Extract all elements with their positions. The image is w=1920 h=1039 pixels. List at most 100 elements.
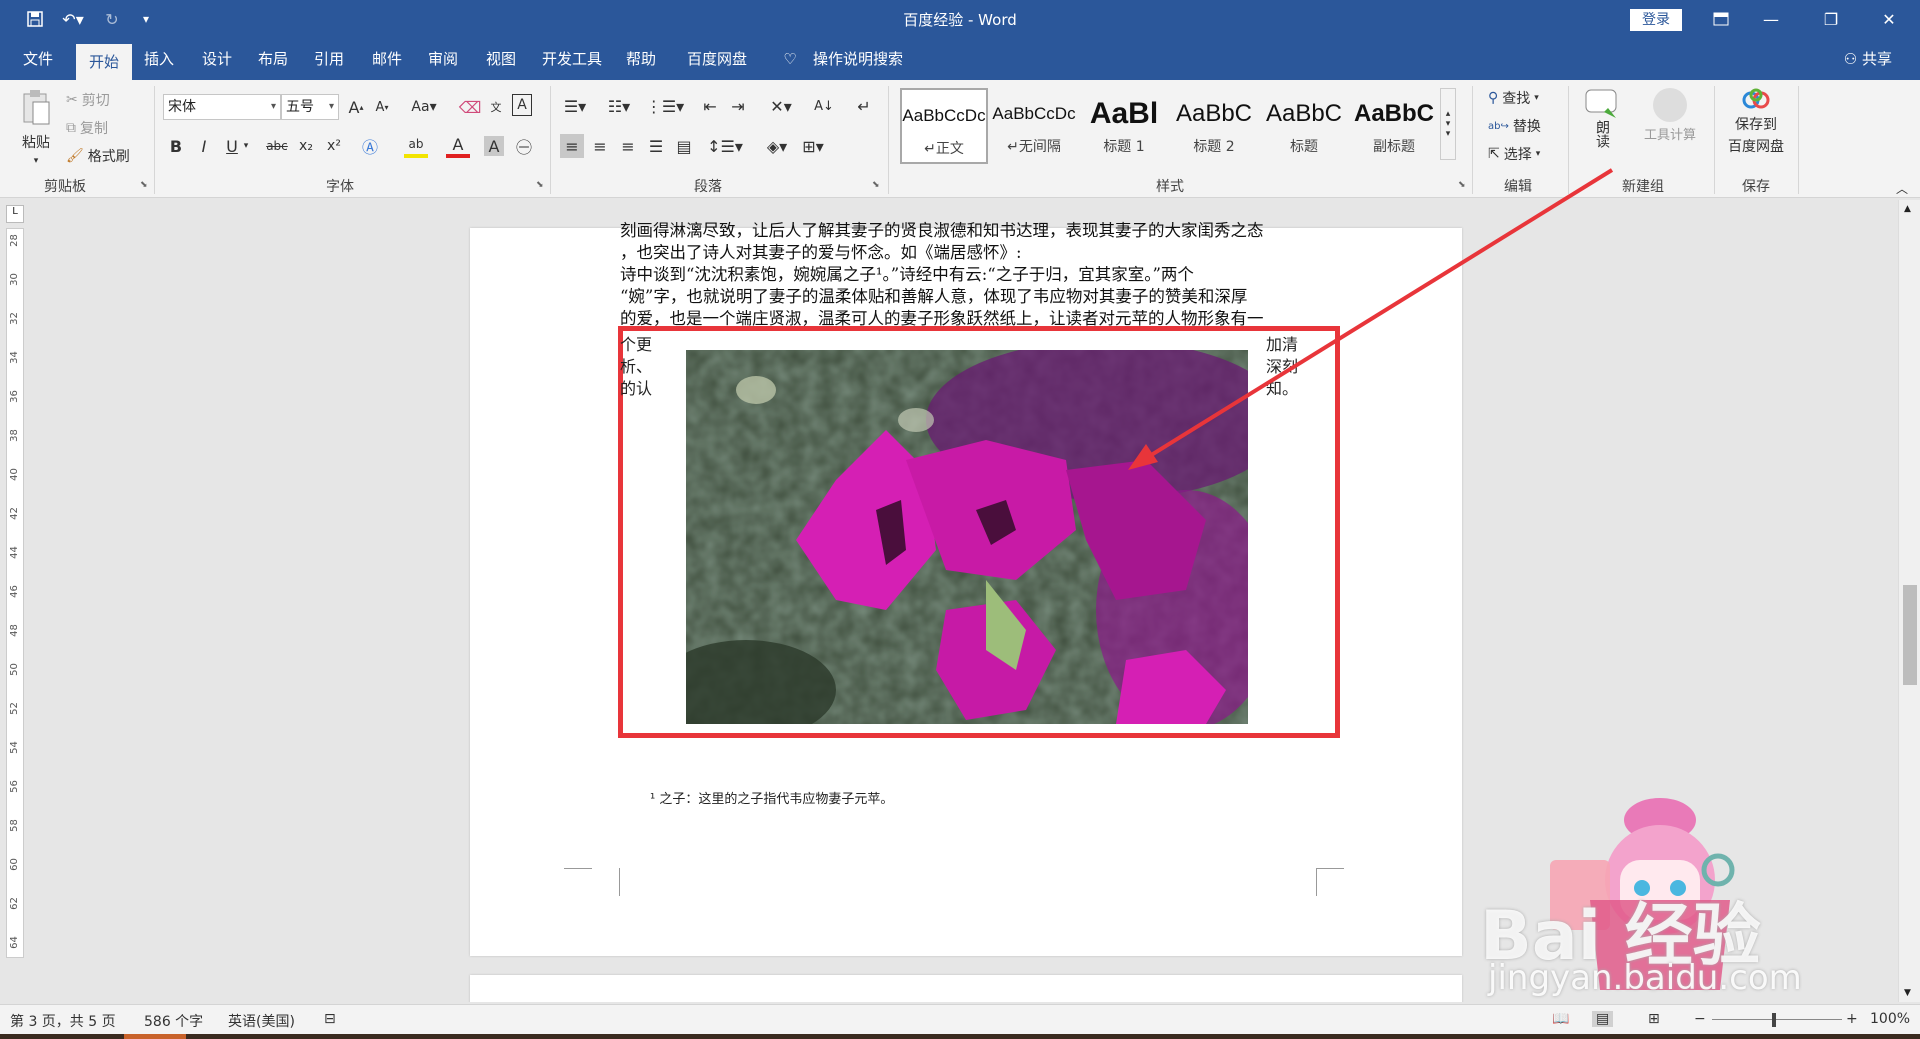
- zoom-slider[interactable]: [1712, 1019, 1842, 1020]
- text-effects-icon[interactable]: Ⓐ: [358, 134, 382, 158]
- character-shading-icon[interactable]: A: [484, 136, 504, 156]
- show-formatting-marks-icon[interactable]: ↵: [852, 94, 876, 118]
- web-layout-icon[interactable]: ⊞: [1648, 1011, 1660, 1027]
- style-no-spacing[interactable]: AaBbCcDc ↵无间隔: [990, 88, 1078, 164]
- print-layout-icon[interactable]: ▤: [1592, 1011, 1614, 1027]
- tab-home[interactable]: 开始: [76, 44, 132, 80]
- paragraph-line[interactable]: 诗中谈到“沈沈积素饱，婉婉属之子¹。”诗经中有云:“之子于归，宜其家室。”两个: [620, 264, 1320, 286]
- select-button[interactable]: ⇱ 选择 ▾: [1488, 144, 1540, 164]
- style-subtitle[interactable]: AaBbC 副标题: [1350, 88, 1438, 164]
- align-left-icon[interactable]: ≡: [560, 134, 584, 158]
- read-aloud-button[interactable]: 朗读: [1582, 88, 1622, 148]
- tab-mailings[interactable]: 邮件: [364, 38, 410, 80]
- copy-button[interactable]: ⧉ 复制: [66, 118, 108, 138]
- clipboard-launcher-icon[interactable]: ⬊: [140, 180, 148, 190]
- save-to-netdisk-button[interactable]: 保存到 百度网盘: [1722, 88, 1790, 156]
- zoom-in-icon[interactable]: +: [1846, 1011, 1858, 1027]
- bold-icon[interactable]: B: [164, 134, 188, 158]
- tab-insert[interactable]: 插入: [136, 38, 182, 80]
- paragraph-line[interactable]: ，也突出了诗人对其妻子的爱与怀念。如《端居感怀》:: [620, 242, 1320, 264]
- strikethrough-icon[interactable]: abc: [262, 134, 292, 158]
- italic-icon[interactable]: I: [192, 134, 216, 158]
- justify-icon[interactable]: ☰: [644, 134, 668, 158]
- document-page[interactable]: 刻画得淋漓尽致，让后人了解其妻子的贤良淑德和知书达理，表现其妻子的大家闺秀之态 …: [470, 221, 1462, 956]
- style-normal[interactable]: AaBbCcDc ↵正文: [900, 88, 988, 164]
- language[interactable]: 英语(美国): [228, 1011, 295, 1031]
- macro-record-icon[interactable]: ⊟: [324, 1011, 336, 1027]
- replace-button[interactable]: ab↪ 替换: [1488, 116, 1541, 136]
- paragraph-launcher-icon[interactable]: ⬊: [872, 180, 880, 190]
- share-button[interactable]: ⚇ 共享: [1844, 38, 1892, 80]
- cut-button[interactable]: ✂ 剪切: [66, 90, 110, 110]
- tab-design[interactable]: 设计: [194, 38, 240, 80]
- lightbulb-icon[interactable]: ♡: [778, 38, 802, 80]
- character-border-icon[interactable]: A: [512, 94, 532, 116]
- tab-view[interactable]: 视图: [478, 38, 524, 80]
- find-button[interactable]: ⚲ 查找 ▾: [1488, 88, 1539, 108]
- superscript-icon[interactable]: x²: [322, 134, 346, 158]
- paragraph-line[interactable]: “婉”字，也就说明了妻子的温柔体贴和善解人意，体现了韦应物对其妻子的赞美和深厚: [620, 286, 1320, 308]
- tool-calculator-button[interactable]: 工具计算: [1638, 88, 1702, 143]
- wrapped-text-left[interactable]: 个更: [620, 334, 660, 356]
- grow-font-icon[interactable]: A ▴: [344, 95, 368, 119]
- borders-icon[interactable]: ⊞▾: [796, 134, 830, 158]
- tell-me-search[interactable]: 操作说明搜索: [808, 38, 908, 80]
- clear-formatting-icon[interactable]: ⌫: [458, 95, 482, 119]
- align-right-icon[interactable]: ≡: [616, 134, 640, 158]
- tab-review[interactable]: 审阅: [420, 38, 466, 80]
- word-count[interactable]: 586 个字: [144, 1011, 203, 1031]
- decrease-indent-icon[interactable]: ⇤: [698, 94, 722, 118]
- flower-image[interactable]: [686, 350, 1248, 724]
- zoom-out-icon[interactable]: −: [1694, 1011, 1706, 1027]
- tab-layout[interactable]: 布局: [250, 38, 296, 80]
- footnote[interactable]: ¹ 之子：这里的之子指代韦应物妻子元苹。: [650, 788, 893, 807]
- wrapped-text-left[interactable]: 析、: [620, 356, 660, 378]
- styles-launcher-icon[interactable]: ⬊: [1458, 180, 1466, 190]
- style-heading-2[interactable]: AaBbC 标题 2: [1170, 88, 1258, 164]
- phonetic-guide-icon[interactable]: 文: [484, 95, 508, 119]
- tab-developer[interactable]: 开发工具: [536, 38, 608, 80]
- font-launcher-icon[interactable]: ⬊: [536, 180, 544, 190]
- asian-layout-icon[interactable]: ✕▾: [764, 94, 798, 118]
- subscript-icon[interactable]: x₂: [294, 134, 318, 158]
- zoom-level[interactable]: 100%: [1870, 1011, 1910, 1027]
- scroll-up-icon[interactable]: ▲: [1904, 204, 1911, 214]
- tab-references[interactable]: 引用: [306, 38, 352, 80]
- login-button[interactable]: 登录: [1630, 9, 1682, 31]
- tab-baidu-netdisk[interactable]: 百度网盘: [680, 38, 754, 80]
- styles-gallery-scroll[interactable]: ▴ ▾ ▾: [1440, 88, 1456, 160]
- close-icon[interactable]: ✕: [1866, 0, 1912, 38]
- read-mode-icon[interactable]: 📖: [1552, 1011, 1569, 1027]
- wrapped-text-right[interactable]: 加清: [1266, 334, 1316, 356]
- vertical-ruler[interactable]: 28 30 32 34 36 38 40 42 44 46 48 50 52 54 56 58 60 62 64: [6, 228, 24, 958]
- wrapped-text-left[interactable]: 的认: [620, 378, 660, 400]
- align-center-icon[interactable]: ≡: [588, 134, 612, 158]
- multilevel-list-icon[interactable]: ⋮☰▾: [646, 94, 684, 118]
- style-title[interactable]: AaBbC 标题: [1260, 88, 1348, 164]
- numbering-icon[interactable]: ☷▾: [604, 94, 634, 118]
- tab-help[interactable]: 帮助: [618, 38, 664, 80]
- font-color-icon[interactable]: A: [446, 134, 470, 158]
- restore-icon[interactable]: ❐: [1808, 0, 1854, 38]
- collapse-ribbon-icon[interactable]: ︿: [1890, 176, 1914, 200]
- wrapped-text-right[interactable]: 知。: [1266, 378, 1316, 400]
- paste-button[interactable]: 粘贴 ▾: [18, 88, 54, 166]
- change-case-icon[interactable]: Aa▾: [406, 95, 442, 119]
- scroll-down-icon[interactable]: ▼: [1904, 988, 1911, 998]
- style-heading-1[interactable]: AaBl 标题 1: [1080, 88, 1168, 164]
- zoom-slider-thumb[interactable]: [1772, 1013, 1776, 1027]
- ribbon-display-options-icon[interactable]: [1698, 0, 1744, 38]
- paragraph-line[interactable]: 刻画得淋漓尽致，让后人了解其妻子的贤良淑德和知书达理，表现其妻子的大家闺秀之态: [620, 220, 1320, 242]
- wrapped-text-right[interactable]: 深刻: [1266, 356, 1316, 378]
- underline-dropdown-icon[interactable]: ▾: [240, 134, 252, 158]
- sort-icon[interactable]: A↓: [812, 94, 836, 118]
- format-painter-button[interactable]: 🖌 格式刷: [66, 146, 130, 166]
- shading-icon[interactable]: ◈▾: [760, 134, 794, 158]
- minimize-icon[interactable]: —: [1748, 0, 1794, 38]
- font-name-select[interactable]: 宋体 ▾: [163, 94, 281, 120]
- bullets-icon[interactable]: ☰▾: [560, 94, 590, 118]
- highlight-color-icon[interactable]: ab: [404, 134, 428, 158]
- tab-selector[interactable]: L: [6, 205, 24, 223]
- page-count[interactable]: 第 3 页，共 5 页: [10, 1011, 116, 1031]
- vertical-scrollbar[interactable]: ▲ ▼: [1898, 200, 1920, 1002]
